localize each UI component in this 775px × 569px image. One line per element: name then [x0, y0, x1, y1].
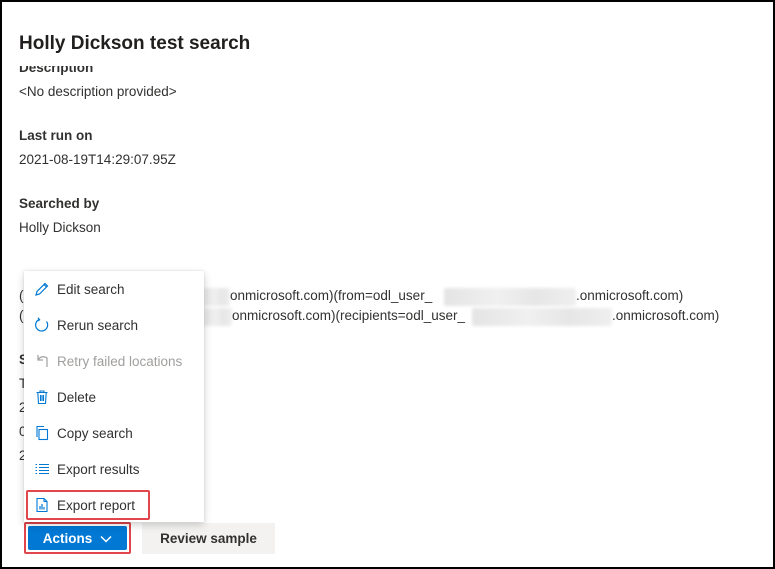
chevron-down-icon	[100, 531, 112, 546]
last-run-value: 2021-08-19T14:29:07.95Z	[19, 152, 176, 167]
redacted-block	[204, 308, 232, 326]
review-sample-button[interactable]: Review sample	[142, 523, 275, 554]
menu-item-label: Export results	[57, 461, 140, 477]
menu-item-label: Retry failed locations	[57, 353, 183, 369]
conditions-line1-prefix: (	[19, 288, 24, 303]
menu-item-delete[interactable]: Delete	[24, 379, 204, 415]
menu-item-label: Export report	[57, 497, 136, 513]
list-icon	[32, 459, 52, 479]
conditions-line2-text: onmicrosoft.com)(recipients=odl_user_	[232, 308, 465, 323]
menu-item-rerun-search[interactable]: Rerun search	[24, 307, 204, 343]
search-details-panel: Holly Dickson test search Description <N…	[0, 0, 775, 569]
menu-item-label: Rerun search	[57, 317, 139, 333]
conditions-line1-end: .onmicrosoft.com)	[576, 288, 684, 303]
pencil-icon	[32, 279, 52, 299]
trash-icon	[32, 387, 52, 407]
last-run-label: Last run on	[19, 128, 93, 143]
redacted-block	[472, 308, 612, 326]
actions-highlight: Actions	[24, 522, 131, 554]
menu-item-edit-search[interactable]: Edit search	[24, 271, 204, 307]
redacted-block	[204, 288, 230, 306]
conditions-line1-text: onmicrosoft.com)(from=odl_user_	[230, 288, 433, 303]
menu-item-label: Copy search	[57, 425, 133, 441]
conditions-line2-prefix: (	[19, 308, 24, 323]
menu-item-label: Delete	[57, 389, 97, 405]
panel-title: Holly Dickson test search	[19, 33, 251, 54]
redacted-block	[444, 288, 576, 306]
description-value: <No description provided>	[19, 84, 177, 99]
report-icon	[32, 495, 52, 515]
searched-by-value: Holly Dickson	[19, 220, 101, 235]
searched-by-label: Searched by	[19, 196, 100, 211]
description-label: Description	[19, 60, 94, 75]
retry-icon	[32, 351, 52, 371]
conditions-line2-end: .onmicrosoft.com)	[612, 308, 720, 323]
copy-icon	[32, 423, 52, 443]
menu-item-copy-search[interactable]: Copy search	[24, 415, 204, 451]
menu-item-export-report[interactable]: Export report	[26, 490, 150, 520]
refresh-icon	[32, 315, 52, 335]
actions-button-label: Actions	[42, 530, 93, 546]
menu-item-label: Edit search	[57, 281, 125, 297]
menu-item-retry-failed-locations[interactable]: Retry failed locations	[24, 343, 204, 379]
actions-button[interactable]: Actions	[28, 526, 127, 550]
actions-menu: Edit search Rerun search Retry failed lo…	[24, 271, 204, 522]
review-sample-label: Review sample	[160, 531, 257, 546]
menu-item-export-results[interactable]: Export results	[24, 451, 204, 487]
